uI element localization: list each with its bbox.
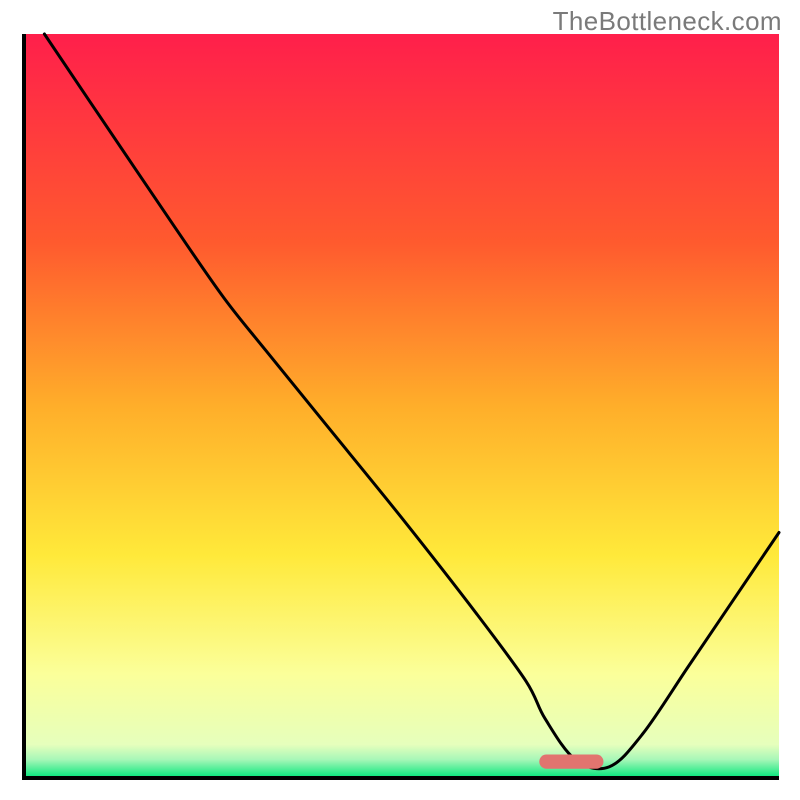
plot-background — [24, 34, 779, 778]
watermark-label: TheBottleneck.com — [553, 6, 782, 37]
chart-root: TheBottleneck.com — [0, 0, 800, 800]
bottleneck-chart — [0, 0, 800, 800]
optimal-marker — [539, 755, 603, 769]
